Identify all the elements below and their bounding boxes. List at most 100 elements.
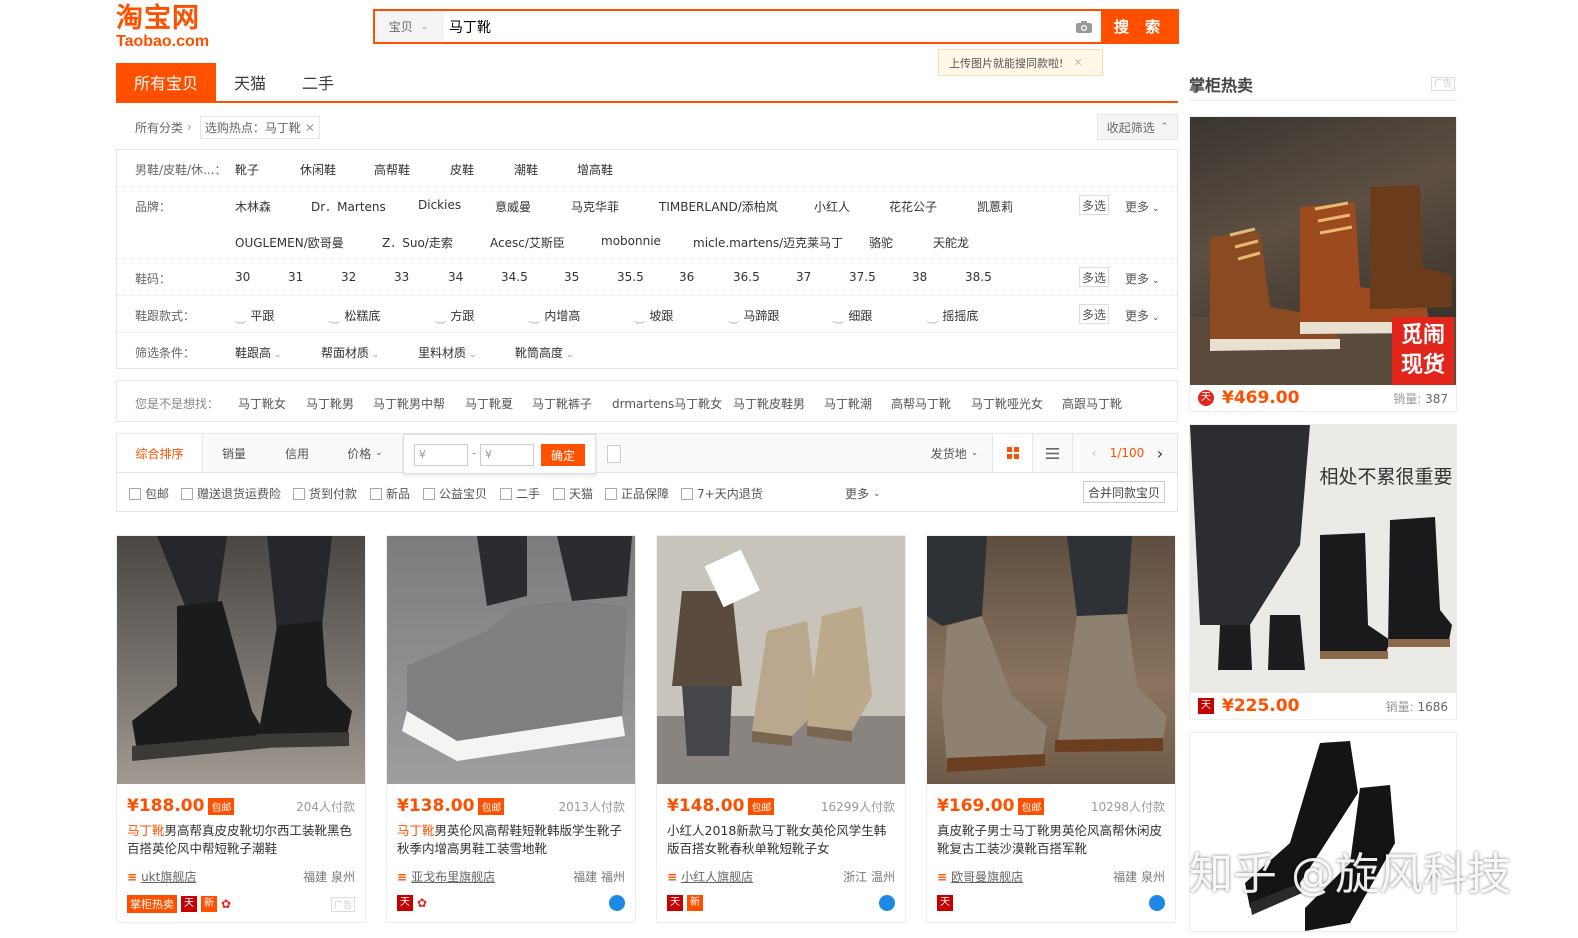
- wangwang-icon[interactable]: [609, 895, 625, 911]
- size-item[interactable]: 36.5: [733, 270, 760, 284]
- heel-item[interactable]: ⏝ 松糕底: [329, 307, 380, 324]
- sort-default[interactable]: 综合排序: [117, 434, 203, 472]
- multi-select-button[interactable]: 多选: [1079, 267, 1109, 287]
- shop-link[interactable]: 亚戈布里旗舰店: [411, 868, 495, 885]
- checkbox-tmall[interactable]: 天猫: [553, 485, 593, 502]
- condition-dropdown[interactable]: 帮面材质 ⌄: [321, 344, 379, 361]
- checkbox-secondhand[interactable]: 二手: [500, 485, 540, 502]
- related-item[interactable]: 马丁靴男中帮: [373, 395, 445, 412]
- tab-tmall[interactable]: 天猫: [216, 63, 284, 101]
- more-options-button[interactable]: 更多 ⌄: [845, 485, 881, 502]
- brand-item[interactable]: mobonnie: [601, 234, 661, 248]
- size-item[interactable]: 35.5: [617, 270, 644, 284]
- shop-link[interactable]: ukt旗舰店: [141, 868, 196, 885]
- heel-item[interactable]: ⏝ 内增高: [529, 307, 580, 324]
- related-item[interactable]: 马丁靴男: [306, 395, 354, 412]
- filter-item[interactable]: 潮鞋: [514, 161, 538, 178]
- filter-item[interactable]: 高帮鞋: [374, 161, 410, 178]
- multi-select-button[interactable]: 多选: [1079, 195, 1109, 215]
- checkbox-new[interactable]: 新品: [370, 485, 410, 502]
- search-button[interactable]: 搜 索: [1101, 9, 1179, 44]
- next-page-icon[interactable]: ›: [1151, 434, 1169, 472]
- brand-item[interactable]: Acesc/艾斯臣: [490, 234, 565, 251]
- price-min-input[interactable]: ¥: [414, 444, 468, 466]
- checkbox-cod[interactable]: 货到付款: [293, 485, 357, 502]
- filter-item[interactable]: 休闲鞋: [300, 161, 336, 178]
- brand-item[interactable]: 花花公子: [889, 198, 937, 215]
- condition-dropdown[interactable]: 靴筒高度 ⌄: [515, 344, 573, 361]
- filter-item[interactable]: 靴子: [235, 161, 259, 178]
- brand-item[interactable]: OUGLEMEN/欧哥曼: [235, 234, 344, 251]
- wangwang-icon[interactable]: [879, 895, 895, 911]
- more-button[interactable]: 更多 ⌄: [1125, 270, 1159, 287]
- brand-item[interactable]: Dr．Martens: [311, 198, 386, 215]
- product-card[interactable]: ¥148.00 包邮 16299人付款 小红人2018新款马丁靴女英伦风学生韩版…: [656, 535, 906, 923]
- brand-item[interactable]: 天舵龙: [933, 234, 969, 251]
- related-item[interactable]: 高帮马丁靴: [891, 395, 951, 412]
- breadcrumb-tag[interactable]: 选购热点：马丁靴 ✕: [199, 115, 320, 139]
- related-item[interactable]: 马丁靴皮鞋男: [733, 395, 805, 412]
- tab-secondhand[interactable]: 二手: [284, 63, 352, 101]
- product-title[interactable]: 小红人2018新款马丁靴女英伦风学生韩版百搭女靴春秋单靴短靴子女: [657, 822, 905, 860]
- heel-item[interactable]: ⏝ 摇摇底: [927, 307, 978, 324]
- more-button[interactable]: 更多 ⌄: [1125, 307, 1159, 324]
- checkbox-free-shipping[interactable]: 包邮: [129, 485, 169, 502]
- search-category-select[interactable]: 宝贝 ⌄: [375, 11, 443, 42]
- wangwang-icon[interactable]: [1149, 895, 1165, 911]
- checkbox-authentic[interactable]: 正品保障: [605, 485, 669, 502]
- search-input[interactable]: [443, 11, 1067, 42]
- more-button[interactable]: 更多 ⌄: [1125, 198, 1159, 215]
- brand-item[interactable]: micle.martens/迈克莱马丁: [693, 234, 843, 251]
- multi-select-button[interactable]: 多选: [1079, 304, 1109, 324]
- price-confirm-button[interactable]: 确定: [541, 444, 585, 466]
- heel-item[interactable]: ⏝ 细跟: [833, 307, 872, 324]
- filter-item[interactable]: 增高鞋: [577, 161, 613, 178]
- sort-price[interactable]: 价格 ⌄: [329, 434, 401, 472]
- ship-from-dropdown[interactable]: 发货地 ⌄: [917, 434, 993, 472]
- related-item[interactable]: 马丁靴女: [238, 395, 286, 412]
- grid-view-icon[interactable]: [993, 434, 1033, 472]
- shop-link[interactable]: 欧哥曼旗舰店: [951, 868, 1023, 885]
- size-item[interactable]: 31: [288, 270, 303, 284]
- brand-item[interactable]: 意威曼: [495, 198, 531, 215]
- prev-page-icon[interactable]: ‹: [1085, 434, 1103, 472]
- size-item[interactable]: 34.5: [501, 270, 528, 284]
- shop-link[interactable]: 小红人旗舰店: [681, 868, 753, 885]
- filter-item[interactable]: 皮鞋: [450, 161, 474, 178]
- related-item[interactable]: 马丁靴潮: [824, 395, 872, 412]
- checkbox-charity[interactable]: 公益宝贝: [423, 485, 487, 502]
- tab-all[interactable]: 所有宝贝: [116, 63, 217, 101]
- related-item[interactable]: 马丁靴夏: [465, 395, 513, 412]
- product-image[interactable]: [387, 536, 635, 784]
- product-card[interactable]: ¥169.00 包邮 10298人付款 真皮靴子男士马丁靴男英伦风高帮休闲皮靴复…: [926, 535, 1176, 923]
- price-max-input[interactable]: ¥: [480, 444, 534, 466]
- collapse-filter-button[interactable]: 收起筛选 ⌃: [1097, 114, 1178, 140]
- taobao-logo[interactable]: 淘宝网 Taobao.com: [116, 4, 226, 52]
- side-item-image[interactable]: 觅闹现货: [1190, 117, 1456, 385]
- list-view-icon[interactable]: [1033, 434, 1073, 472]
- product-title[interactable]: 真皮靴子男士马丁靴男英伦风高帮休闲皮靴复古工装沙漠靴百搭军靴: [927, 822, 1175, 860]
- size-item[interactable]: 35: [564, 270, 579, 284]
- condition-dropdown[interactable]: 鞋跟高 ⌄: [235, 344, 281, 361]
- brand-item[interactable]: 木林森: [235, 198, 271, 215]
- brand-item[interactable]: 骆驼: [869, 234, 893, 251]
- size-item[interactable]: 38.5: [965, 270, 992, 284]
- product-title[interactable]: 马丁靴男高帮真皮皮靴切尔西工装靴黑色百搭英伦风中帮短靴子潮鞋: [117, 822, 365, 860]
- brand-item[interactable]: 马克华菲: [571, 198, 619, 215]
- sort-credit[interactable]: 信用: [267, 434, 327, 472]
- side-item[interactable]: 相处不累很重要 天 ¥225.00 销量: 1686: [1189, 424, 1457, 720]
- brand-item[interactable]: Dickies: [418, 198, 461, 212]
- heel-item[interactable]: ⏝ 坡跟: [634, 307, 673, 324]
- product-title[interactable]: 马丁靴男英伦风高帮鞋短靴韩版学生靴子秋季内增高男鞋工装雪地靴: [387, 822, 635, 860]
- size-item[interactable]: 36: [679, 270, 694, 284]
- close-icon[interactable]: ✕: [305, 121, 315, 135]
- related-item[interactable]: 高跟马丁靴: [1062, 395, 1122, 412]
- size-item[interactable]: 33: [394, 270, 409, 284]
- size-item[interactable]: 34: [448, 270, 463, 284]
- camera-icon[interactable]: [1067, 11, 1101, 42]
- product-card[interactable]: ¥188.00 包邮 204人付款 马丁靴男高帮真皮皮靴切尔西工装靴黑色百搭英伦…: [116, 535, 366, 923]
- heel-item[interactable]: ⏝ 马蹄跟: [728, 307, 779, 324]
- size-item[interactable]: 38: [912, 270, 927, 284]
- merge-same-items-button[interactable]: 合并同款宝贝: [1083, 481, 1165, 503]
- related-item[interactable]: 马丁靴哑光女: [971, 395, 1043, 412]
